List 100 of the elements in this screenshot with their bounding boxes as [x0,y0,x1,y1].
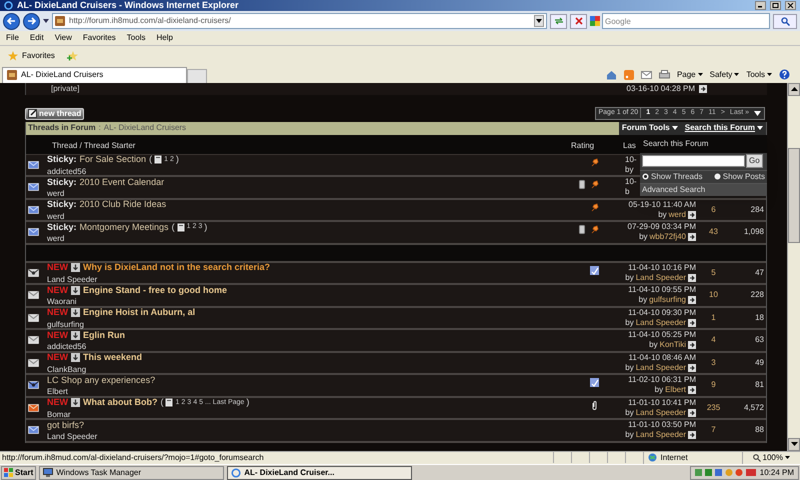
command-menu-button[interactable]: Page [676,68,703,80]
dropdown-caret-icon[interactable] [43,19,49,24]
thread-starter[interactable]: ClankBang [47,364,571,374]
thread-title-link[interactable]: Engine Hoist in Auburn, al [83,306,196,320]
print-icon[interactable] [658,70,670,80]
forward-button[interactable] [23,12,40,30]
reply-count[interactable]: 3 [711,356,716,369]
reply-count[interactable]: 1 [711,312,716,324]
thread-title[interactable]: [private] [51,82,80,94]
menu-item[interactable]: View [54,32,72,44]
user-link[interactable]: KonTiki [660,340,686,350]
user-link[interactable]: Land Speeder [636,430,686,440]
taskbar-button[interactable]: AL- DixieLand Cruiser... [227,466,412,480]
thread-starter[interactable]: addicted56 [47,166,571,176]
thread-title-link[interactable]: Montgomery Meetings [80,220,169,234]
thread-starter[interactable]: Land Speeder [47,432,571,442]
help-icon[interactable] [779,69,790,80]
reply-count[interactable]: 235 [706,402,720,414]
menu-item[interactable]: Help [156,32,173,44]
user-link[interactable]: Elbert [665,385,686,396]
reply-count[interactable]: 43 [709,226,718,238]
user-link[interactable]: werd [668,210,686,220]
thread-title-link[interactable]: This weekend [83,351,142,364]
option-label[interactable]: Show Posts [722,170,765,182]
vertical-scrollbar[interactable] [787,82,800,450]
user-link[interactable]: Land Speeder [636,272,686,283]
reply-count[interactable]: 9 [711,379,716,392]
go-to-first-unread-icon[interactable] [71,353,80,362]
go-to-first-unread-icon[interactable] [71,286,80,295]
go-to-last-post-icon[interactable] [688,233,696,242]
menu-item[interactable]: File [6,32,19,44]
go-to-first-unread-icon[interactable] [71,398,80,408]
go-to-last-post-icon[interactable] [688,386,696,394]
user-link[interactable]: gulfsurfing [649,295,686,306]
go-to-last-post-icon[interactable] [688,296,696,304]
user-link[interactable]: wbb72fj40 [650,232,686,242]
column-header[interactable]: Thread / Thread Starter [52,141,136,150]
tools-menu-button[interactable]: Forum Tools [622,122,678,134]
thread-starter[interactable]: Bomar [47,410,571,420]
thread-title-link[interactable]: For Sale Section [80,153,146,166]
column-header[interactable]: Rating [571,141,594,150]
thread-title-link[interactable]: LC Shop any experiences? [47,374,156,387]
thread-starter[interactable]: werd [47,189,571,199]
maximize-button[interactable] [770,0,781,10]
thread-starter[interactable]: Elbert [47,387,571,397]
go-to-last-post-icon[interactable] [688,431,696,440]
mail-icon[interactable] [640,70,652,78]
tools-menu-button[interactable]: Search this Forum [684,122,763,134]
reply-count[interactable]: 4 [711,334,716,346]
thread-starter[interactable]: gulfsurfing [47,320,571,330]
feed-icon[interactable] [624,70,634,80]
thread-title-link[interactable]: 2010 Club Ride Ideas [80,198,166,212]
go-to-last-post-icon[interactable] [688,210,696,219]
browser-tab[interactable]: AL- DixieLand Cruisers [2,66,187,82]
reply-count[interactable]: 10 [709,289,718,302]
new-thread-button[interactable]: new thread [25,108,84,120]
stop-button[interactable] [570,14,587,29]
go-to-last-post-icon[interactable] [688,364,696,372]
thread-title-link[interactable]: 2010 Event Calendar [80,176,164,189]
thread-title-link[interactable]: got birfs? [47,418,84,432]
thread-title-link[interactable]: What about Bob? [83,396,158,410]
go-to-first-unread-icon[interactable] [71,308,80,318]
column-header[interactable]: Las [623,141,636,150]
scrollbar-thumb[interactable] [788,148,800,242]
start-button[interactable]: Start [1,466,36,480]
thread-starter[interactable]: Land Speeder [47,274,571,284]
favorites-button[interactable]: Favorites [4,50,59,62]
command-menu-button[interactable]: Tools [746,68,772,80]
reply-count[interactable]: 5 [711,266,716,279]
go-to-first-unread-icon[interactable] [71,330,80,340]
menu-item[interactable]: Favorites [82,32,116,44]
radio-button[interactable] [714,173,721,180]
thread-title-link[interactable]: Engine Stand - free to good home [83,284,227,297]
reply-count[interactable]: 6 [711,204,716,216]
search-field[interactable]: Google [602,13,770,30]
go-to-last-post-icon[interactable] [688,274,696,282]
thread-title-link[interactable]: Eglin Run [83,328,125,342]
option-label[interactable]: Show Threads [651,170,702,182]
go-to-post-icon[interactable] [699,84,707,92]
go-to-last-post-icon[interactable] [688,318,696,327]
user-link[interactable]: Land Speeder [636,318,686,328]
address-field[interactable]: http://forum.ih8mud.com/al-dixieland-cruisers/ [52,13,547,30]
go-to-first-unread-icon[interactable] [71,263,80,272]
search-input[interactable] [642,155,745,167]
thread-starter[interactable]: Waorani [47,297,571,307]
command-menu-button[interactable]: Safety [710,68,740,80]
menu-item[interactable]: Edit [30,32,44,44]
go-to-last-post-icon[interactable] [688,408,696,417]
go-button[interactable]: Go [746,154,763,168]
address-dropdown-button[interactable] [534,15,544,28]
scroll-down-icon[interactable] [790,442,798,446]
add-favorites-icon[interactable] [66,50,79,60]
thread-starter[interactable]: addicted56 [47,342,571,352]
radio-button[interactable] [642,173,649,180]
menu-item[interactable]: Tools [126,32,146,44]
caret-icon[interactable] [754,110,761,116]
home-icon[interactable] [606,70,617,80]
go-to-last-post-icon[interactable] [688,341,696,350]
taskbar-button[interactable]: Windows Task Manager [39,466,224,480]
thread-starter[interactable]: werd [47,212,571,222]
